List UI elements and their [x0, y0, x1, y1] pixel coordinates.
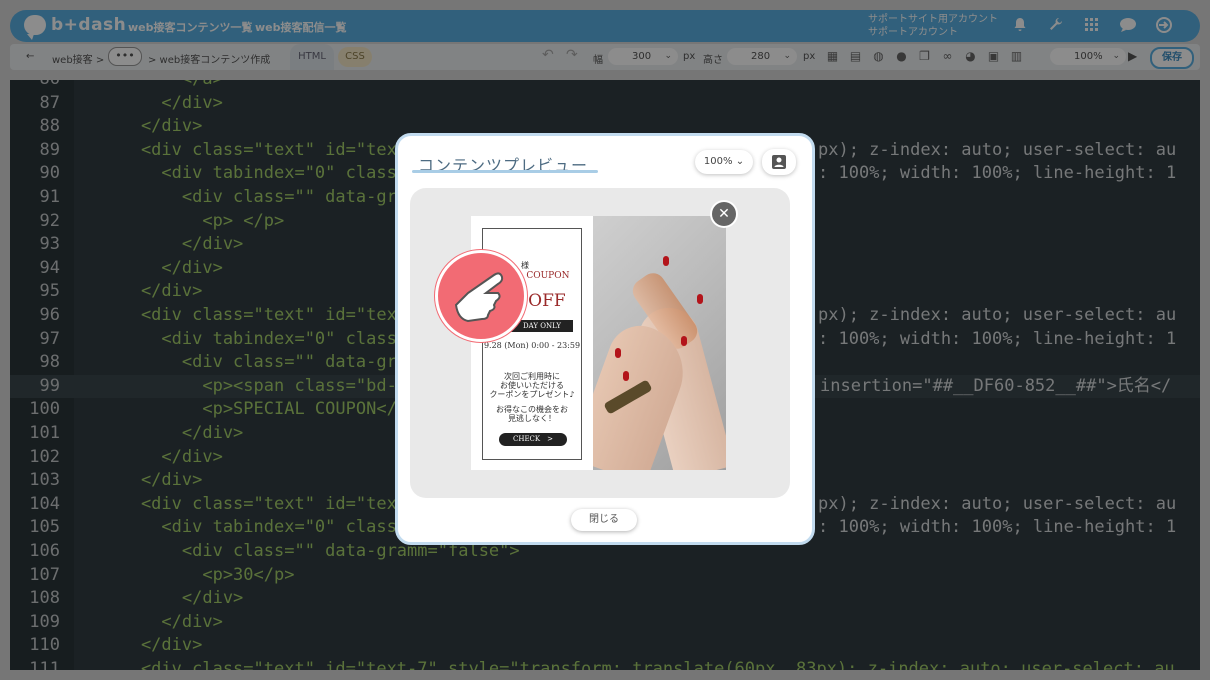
app-frame: b+dash web接客コンテンツ一覧 web接客配信一覧 サポートサイト用アカ…	[0, 0, 1210, 680]
coupon-message-line: 見逃しなく！	[508, 414, 556, 423]
coupon-message-line: お得なこの機会をお	[496, 405, 568, 414]
pointing-hand-icon	[435, 250, 527, 342]
preview-modal: コンテンツプレビュー 100% ⌄ 様 AL COUPON %OFF DAY O…	[395, 133, 815, 545]
user-preview-button[interactable]	[762, 149, 796, 175]
title-underline	[412, 170, 598, 173]
close-icon[interactable]: ✕	[712, 202, 736, 226]
chevron-down-icon: ⌄	[735, 156, 745, 167]
user-card-icon	[772, 155, 786, 169]
close-modal-button[interactable]: 閉じる	[571, 509, 637, 531]
coupon-message-line: クーポンをプレゼント♪	[489, 390, 575, 399]
preview-zoom-value: 100%	[703, 156, 733, 167]
coupon-message-2: お得なこの機会をお 見逃しなく！	[483, 405, 581, 423]
coupon-message-1: 次回ご利用時に お使いいただける クーポンをプレゼント♪	[483, 372, 581, 399]
preview-area: 様 AL COUPON %OFF DAY ONLY 9.28 (Mon) 0:0…	[410, 188, 790, 498]
coupon-message-line: 次回ご利用時に	[504, 372, 560, 381]
preview-zoom-select[interactable]: 100% ⌄	[695, 150, 753, 174]
coupon-date: 9.28 (Mon) 0:00 - 23:59	[483, 341, 581, 350]
coupon-check-button[interactable]: CHECK >	[499, 433, 567, 446]
coupon-message-line: お使いいただける	[500, 381, 564, 390]
perfume-photo	[593, 216, 726, 470]
